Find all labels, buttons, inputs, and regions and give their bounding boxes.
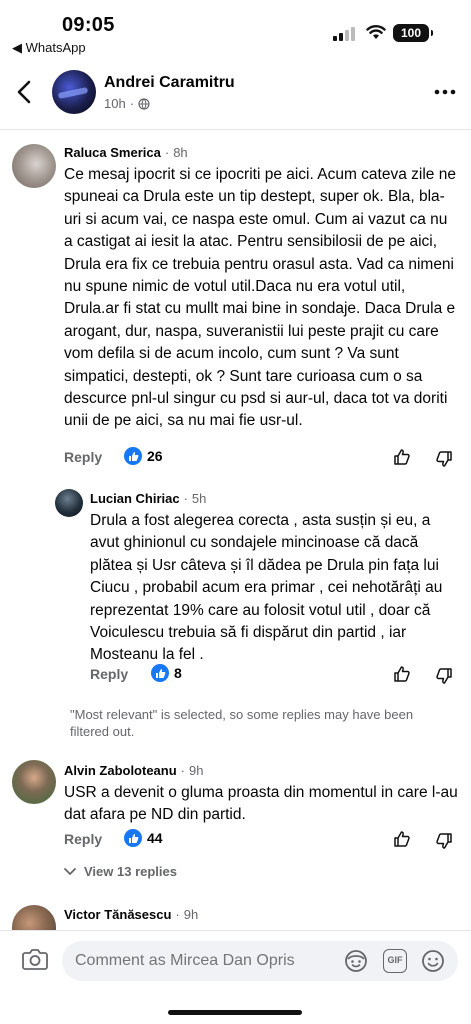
comment-time: 9h <box>183 907 199 922</box>
comment-text: USR a devenit o gluma proasta din moment… <box>64 784 458 824</box>
commenter-avatar[interactable] <box>12 144 56 188</box>
comment-author[interactable]: Alvin Zaboloteanu <box>64 763 177 778</box>
thumbs-up-icon[interactable] <box>393 448 411 466</box>
commenter-avatar[interactable] <box>55 489 83 517</box>
emoji-icon[interactable] <box>421 949 445 973</box>
gif-icon[interactable]: GIF <box>383 949 407 973</box>
filter-notice: "Most relevant" is selected, so some rep… <box>70 707 414 739</box>
comment-time: 8h <box>173 145 188 160</box>
back-to-whatsapp-link[interactable]: ◀ WhatsApp <box>12 40 86 56</box>
comment-author-line: Victor Tănăsescu · 9h <box>64 907 198 922</box>
like-badge-icon <box>151 664 169 682</box>
post-time: 10h <box>104 96 126 111</box>
like-count: 8 <box>174 665 182 681</box>
more-options-icon[interactable] <box>433 84 457 100</box>
comment-author[interactable]: Raluca Smerica <box>64 145 161 160</box>
home-indicator <box>168 1010 302 1015</box>
separator: · <box>164 145 170 160</box>
comment-text: Drula a fost alegerea corecta , asta sus… <box>90 512 443 664</box>
battery-indicator: 100 <box>393 24 433 42</box>
separator: · <box>180 763 186 778</box>
reply-button[interactable]: Reply <box>90 663 128 685</box>
reaction-count[interactable]: 44 <box>124 829 163 847</box>
like-count: 44 <box>147 830 163 846</box>
like-count: 26 <box>147 448 163 464</box>
wifi-icon <box>366 25 386 39</box>
thumbs-down-icon[interactable] <box>435 832 453 850</box>
reply-button[interactable]: Reply <box>64 828 102 850</box>
comment-time: 9h <box>189 763 204 778</box>
comment-author[interactable]: Victor Tănăsescu <box>64 907 171 922</box>
status-bar: 09:05 ◀ WhatsApp 100 <box>0 0 471 58</box>
reaction-count[interactable]: 26 <box>124 447 163 465</box>
post-author-name[interactable]: Andrei Caramitru <box>104 74 235 92</box>
thumbs-up-icon[interactable] <box>393 665 411 683</box>
comment-author-line: Alvin Zaboloteanu · 9h <box>64 763 203 778</box>
avatar-sticker-icon[interactable] <box>344 949 368 973</box>
commenter-avatar[interactable] <box>12 760 56 804</box>
reaction-count[interactable]: 8 <box>151 664 182 682</box>
author-avatar[interactable] <box>52 70 96 114</box>
cellular-signal-icon <box>333 27 355 41</box>
back-arrow-icon[interactable] <box>14 78 36 106</box>
thumbs-down-icon[interactable] <box>435 450 453 468</box>
header-divider <box>0 129 471 130</box>
separator: · <box>183 491 188 506</box>
clock: 09:05 <box>62 14 115 36</box>
globe-icon <box>138 97 150 110</box>
thumbs-up-icon[interactable] <box>393 830 411 848</box>
comment-author-line: Lucian Chiriac · 5h <box>90 491 206 506</box>
chevron-down-icon <box>64 867 76 875</box>
reply-button[interactable]: Reply <box>64 446 102 468</box>
comment-time: 5h <box>191 491 207 506</box>
view-replies-label: View 13 replies <box>84 864 177 879</box>
comment-text: Ce mesaj ipocrit si ce ipocriti pe aici.… <box>64 166 456 430</box>
like-badge-icon <box>124 829 142 847</box>
meta-separator: · <box>129 96 135 111</box>
thumbs-down-icon[interactable] <box>435 667 453 685</box>
like-badge-icon <box>124 447 142 465</box>
separator: · <box>175 907 180 922</box>
camera-icon[interactable] <box>22 948 48 970</box>
post-header: Andrei Caramitru 10h · <box>0 62 471 124</box>
post-meta: 10h · <box>104 96 150 111</box>
comment-author-line: Raluca Smerica · 8h <box>64 145 188 160</box>
comment-author[interactable]: Lucian Chiriac <box>90 491 180 506</box>
view-replies-button[interactable]: View 13 replies <box>64 864 177 879</box>
